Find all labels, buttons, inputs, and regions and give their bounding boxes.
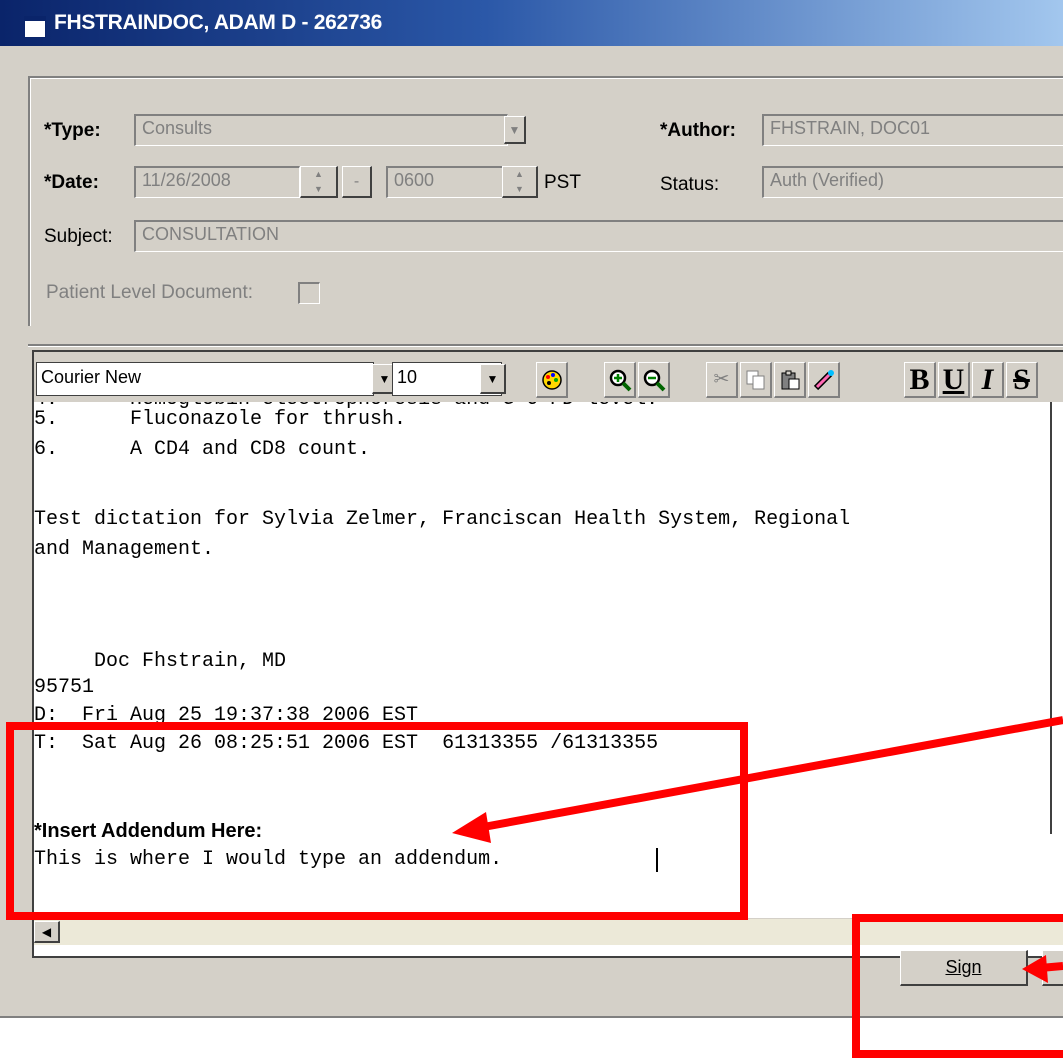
sign-arrow-head [1022, 955, 1048, 983]
addendum-arrow-line [477, 716, 1063, 832]
callout-arrows [452, 716, 1063, 983]
addendum-arrow-head [452, 812, 491, 843]
